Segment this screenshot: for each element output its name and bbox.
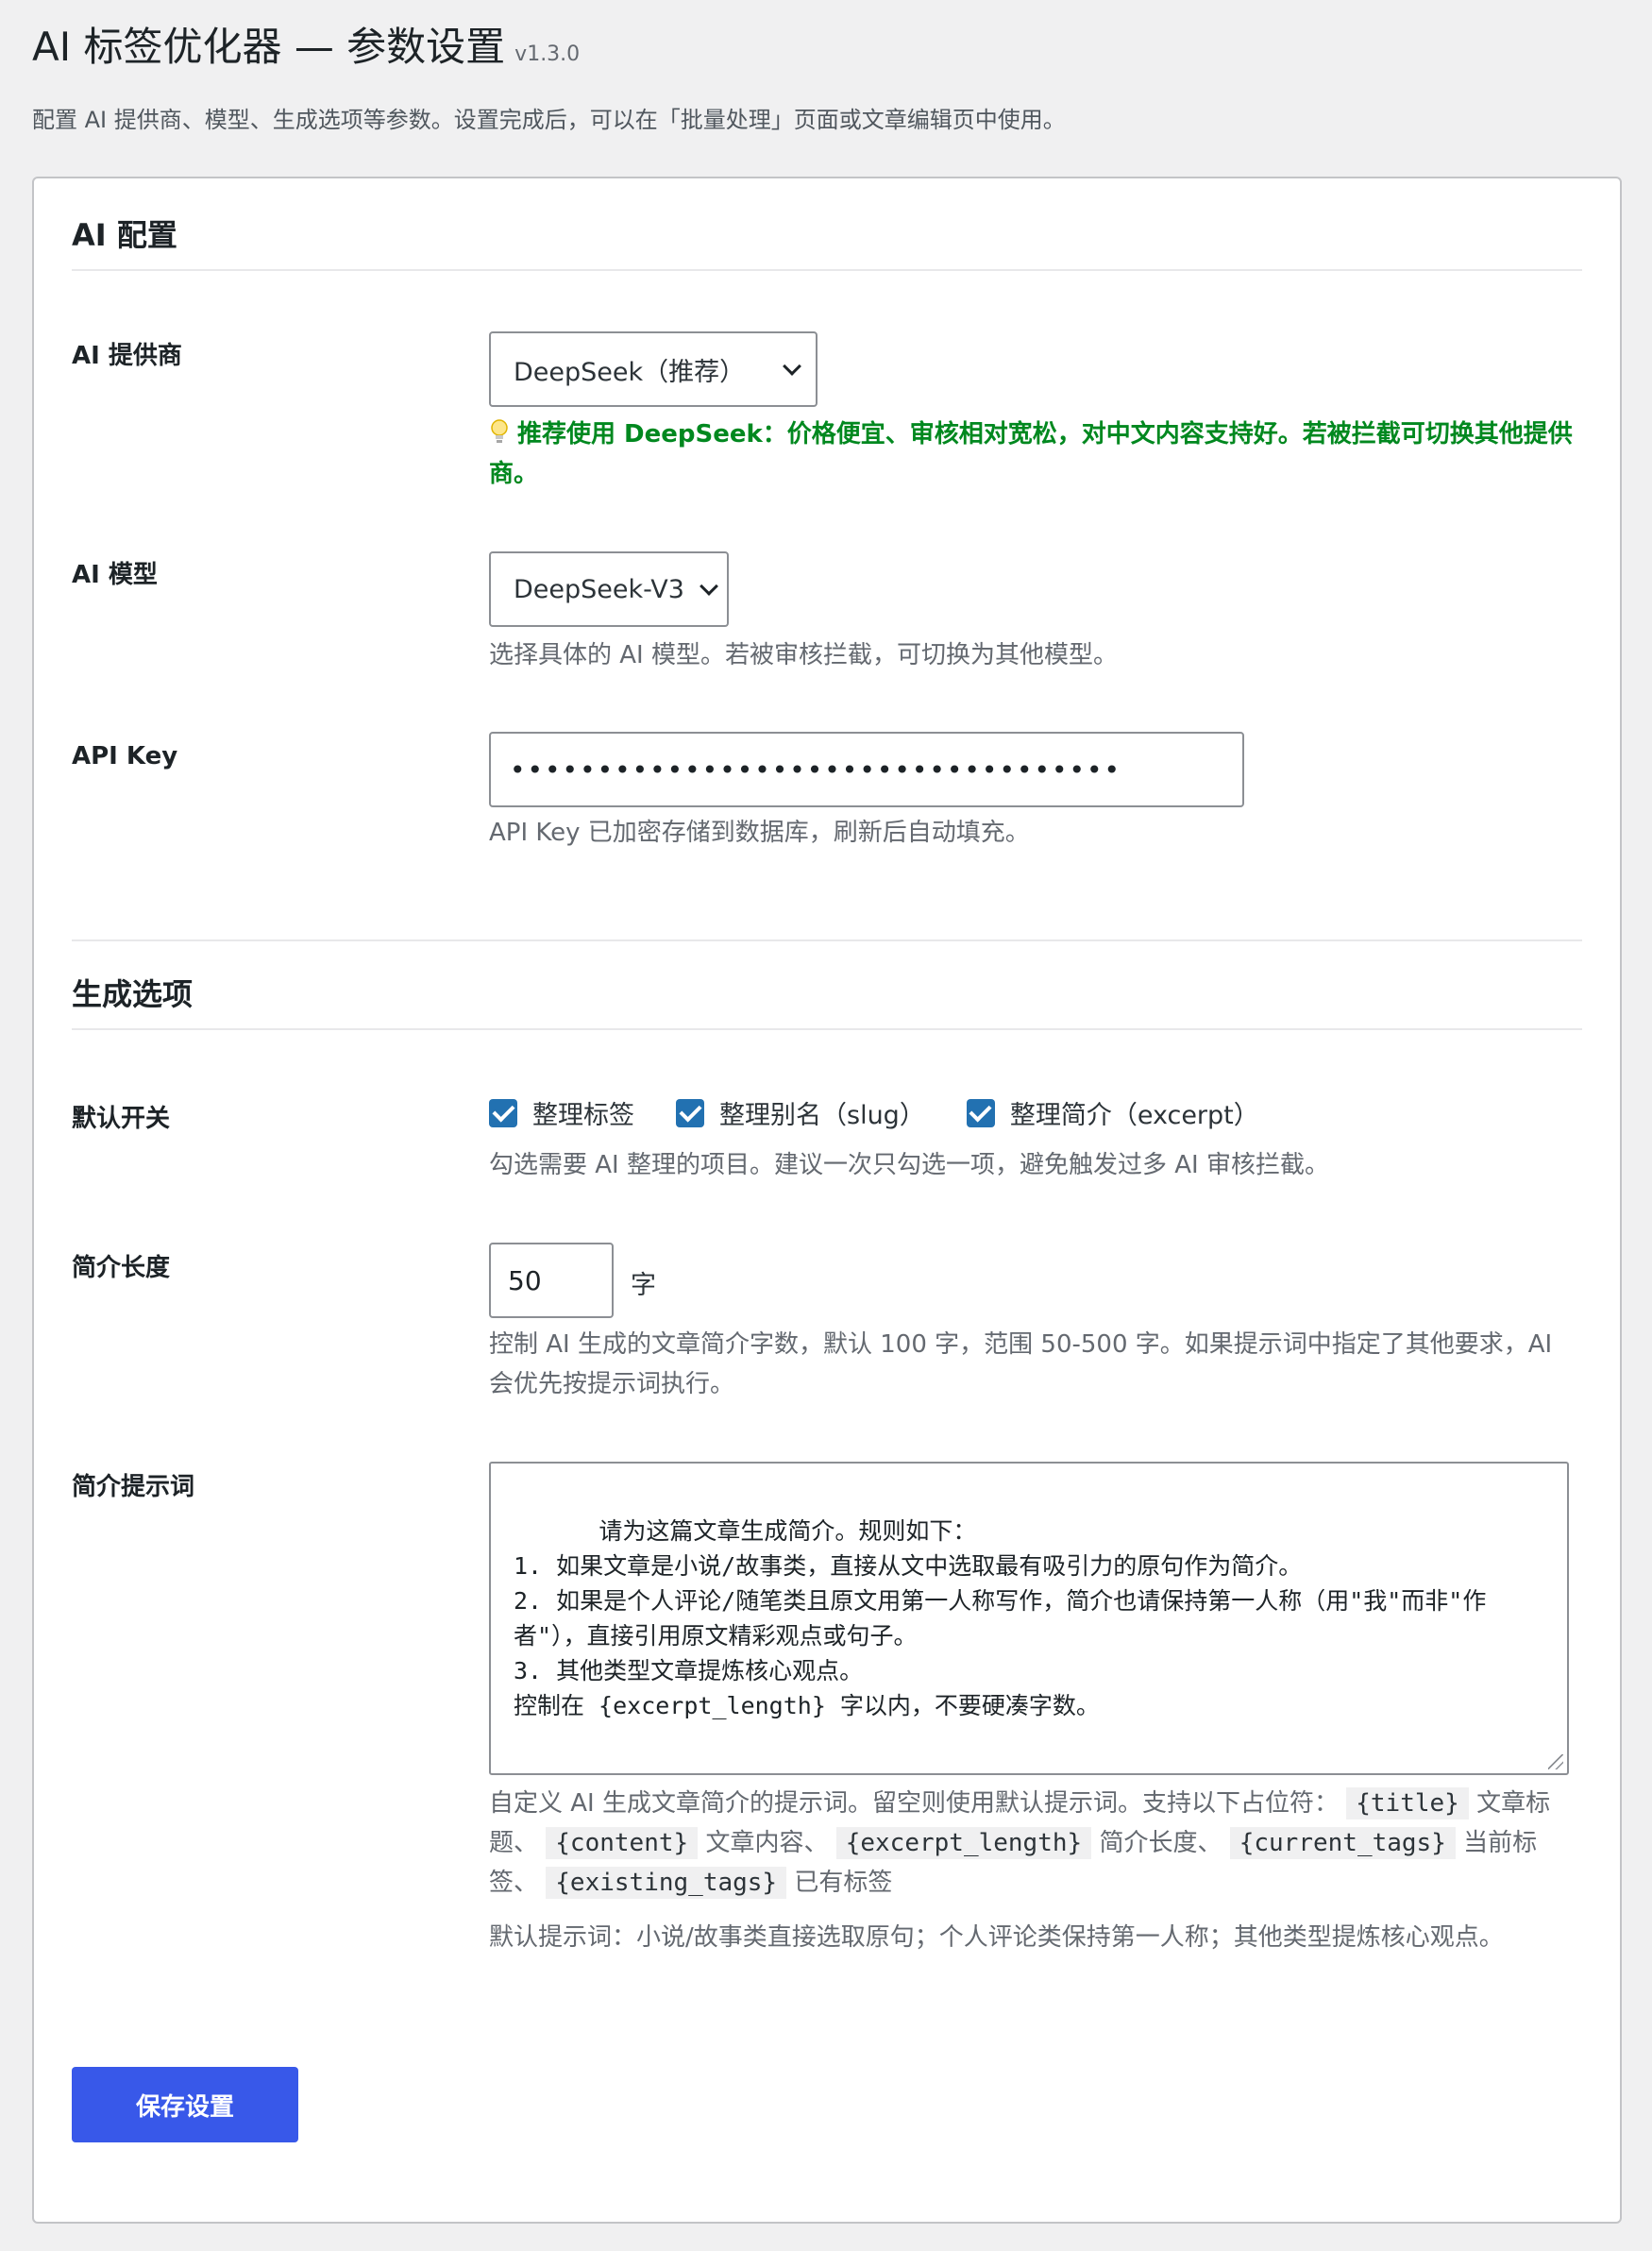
page-title: AI 标签优化器 — 参数设置 v1.3.0 <box>32 21 580 81</box>
placeholder-code: {excerpt_length} <box>835 1827 1092 1859</box>
checkbox-excerpt[interactable] <box>966 1098 995 1127</box>
defaults-checkbox-group: 整理标签 整理别名（slug） 整理简介（excerpt） <box>489 1094 1301 1131</box>
placeholder-code: {existing_tags} <box>546 1867 787 1899</box>
excerpt-length-value: 50 <box>508 1264 542 1296</box>
settings-panel: AI 配置 AI 提供商 DeepSeek（推荐） 推荐使用 DeepSeek：… <box>32 177 1622 2224</box>
excerpt-length-label: 简介长度 <box>72 1254 171 1282</box>
provider-select[interactable]: DeepSeek（推荐） <box>489 331 818 407</box>
placeholder-code: {content} <box>546 1827 699 1859</box>
api-key-masked-value: ••••••••••••••••••••••••••••••••••• <box>510 753 1122 786</box>
lightbulb-icon <box>491 419 508 443</box>
page-description: 配置 AI 提供商、模型、生成选项等参数。设置完成后，可以在「批量处理」页面或文… <box>32 107 1066 133</box>
placeholder-desc: 文章内容、 <box>705 1829 829 1857</box>
excerpt-prompt-default-note: 默认提示词：小说/故事类直接选取原句；个人评论类保持第一人称；其他类型提炼核心观… <box>489 1923 1504 1952</box>
excerpt-length-input[interactable]: 50 <box>489 1243 614 1318</box>
chevron-down-icon <box>700 577 718 596</box>
settings-page: AI 标签优化器 — 参数设置 v1.3.0 配置 AI 提供商、模型、生成选项等… <box>0 0 1652 2251</box>
defaults-label: 默认开关 <box>72 1105 171 1133</box>
section-title-generate-options: 生成选项 <box>72 976 194 1012</box>
api-key-input[interactable]: ••••••••••••••••••••••••••••••••••• <box>489 732 1244 807</box>
section-divider <box>72 1028 1582 1030</box>
defaults-help: 勾选需要 AI 整理的项目。建议一次只勾选一项，避免触发过多 AI 审核拦截。 <box>489 1151 1329 1179</box>
section-title-ai-config: AI 配置 <box>72 217 177 253</box>
placeholder-desc: 已有标签 <box>794 1869 893 1897</box>
excerpt-prompt-help: 自定义 AI 生成文章简介的提示词。留空则使用默认提示词。支持以下占位符： {t… <box>489 1784 1575 1903</box>
checkbox-tags[interactable] <box>489 1098 517 1127</box>
api-key-label: API Key <box>72 742 178 770</box>
checkbox-slug[interactable] <box>676 1098 704 1127</box>
excerpt-prompt-label: 简介提示词 <box>72 1473 195 1501</box>
section-divider <box>72 939 1582 941</box>
model-select-value: DeepSeek-V3 <box>514 574 684 604</box>
excerpt-prompt-textarea[interactable]: 请为这篇文章生成简介。规则如下： 1. 如果文章是小说/故事类，直接从文中选取最… <box>489 1462 1569 1775</box>
model-select[interactable]: DeepSeek-V3 <box>489 551 729 627</box>
provider-tip: 推荐使用 DeepSeek：价格便宜、审核相对宽松，对中文内容支持好。若被拦截可… <box>489 415 1575 494</box>
checkbox-tags-label[interactable]: 整理标签 <box>532 1094 634 1131</box>
excerpt-prompt-help-intro: 自定义 AI 生成文章简介的提示词。留空则使用默认提示词。支持以下占位符： <box>489 1789 1339 1818</box>
checkbox-slug-label[interactable]: 整理别名（slug） <box>719 1094 925 1131</box>
version-badge: v1.3.0 <box>514 42 581 66</box>
resize-grip-icon[interactable] <box>1548 1754 1563 1769</box>
chevron-down-icon <box>783 357 801 376</box>
provider-select-value: DeepSeek（推荐） <box>514 357 746 387</box>
placeholder-code: {title} <box>1346 1787 1469 1819</box>
excerpt-length-help: 控制 AI 生成的文章简介字数，默认 100 字，范围 50-500 字。如果提… <box>489 1330 1553 1398</box>
checkbox-excerpt-label[interactable]: 整理简介（excerpt） <box>1010 1094 1259 1131</box>
model-help: 选择具体的 AI 模型。若被审核拦截，可切换为其他模型。 <box>489 641 1118 669</box>
provider-label: AI 提供商 <box>72 342 182 370</box>
save-button[interactable]: 保存设置 <box>72 2067 298 2142</box>
api-key-help: API Key 已加密存储到数据库，刷新后自动填充。 <box>489 819 1030 847</box>
excerpt-prompt-value: 请为这篇文章生成简介。规则如下： 1. 如果文章是小说/故事类，直接从文中选取最… <box>514 1517 1487 1719</box>
page-title-text: AI 标签优化器 — 参数设置 <box>32 24 506 70</box>
provider-tip-text: 推荐使用 DeepSeek：价格便宜、审核相对宽松，对中文内容支持好。若被拦截可… <box>489 420 1573 488</box>
model-label: AI 模型 <box>72 561 158 589</box>
section-divider <box>72 269 1582 271</box>
placeholder-desc: 简介长度、 <box>1099 1829 1222 1857</box>
placeholder-code: {current_tags} <box>1229 1827 1456 1859</box>
excerpt-length-unit: 字 <box>631 1271 656 1300</box>
